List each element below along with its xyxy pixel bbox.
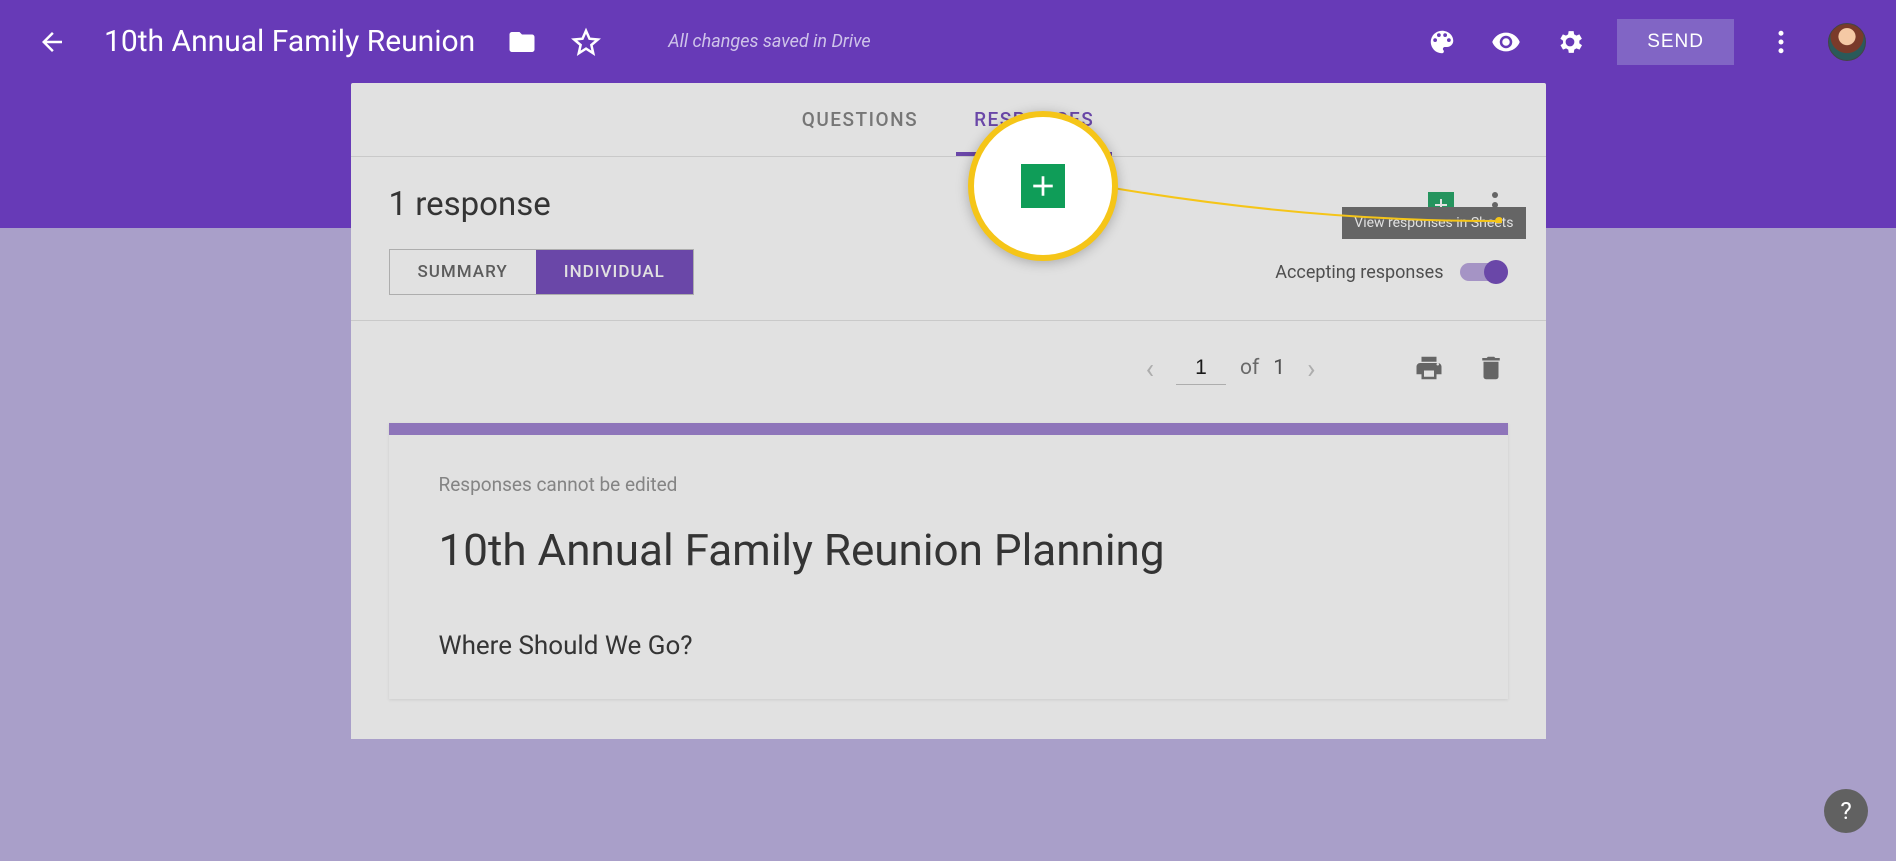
delete-icon[interactable] (1474, 351, 1508, 385)
annotation-pointer-line (1111, 186, 1502, 223)
segment-summary[interactable]: SUMMARY (390, 250, 536, 294)
responses-header-card: 1 response View responses in Sheets SUMM… (351, 157, 1546, 321)
back-arrow-icon[interactable] (35, 25, 69, 59)
pager-current-input[interactable] (1176, 352, 1226, 385)
response-form-title: 10th Annual Family Reunion Planning (439, 524, 1458, 576)
folder-icon[interactable] (505, 25, 539, 59)
header-left: 10th Annual Family Reunion All changes s… (35, 24, 871, 59)
user-avatar[interactable] (1828, 23, 1866, 61)
view-segmented-control: SUMMARY INDIVIDUAL (389, 249, 694, 295)
response-pager: ‹ of 1 › (1138, 352, 1324, 385)
annotation-highlight-circle (968, 111, 1118, 261)
save-status: All changes saved in Drive (668, 31, 870, 52)
palette-icon[interactable] (1425, 25, 1459, 59)
pager-next-icon[interactable]: › (1299, 352, 1323, 385)
response-count: 1 response (389, 185, 551, 224)
pager-prev-icon[interactable]: ‹ (1138, 352, 1162, 385)
preview-eye-icon[interactable] (1489, 25, 1523, 59)
tabs-row: QUESTIONS RESPONSES (351, 83, 1546, 157)
tab-questions[interactable]: QUESTIONS (774, 83, 946, 156)
more-menu-icon[interactable] (1764, 25, 1798, 59)
form-title[interactable]: 10th Annual Family Reunion (104, 24, 475, 59)
segment-individual[interactable]: INDIVIDUAL (536, 250, 693, 294)
send-button[interactable]: SEND (1617, 19, 1734, 65)
print-icon[interactable] (1412, 351, 1446, 385)
pager-of-label: of (1240, 356, 1259, 380)
accepting-responses-row: Accepting responses (1275, 262, 1507, 283)
star-icon[interactable] (569, 25, 603, 59)
accepting-responses-toggle[interactable] (1460, 263, 1508, 281)
response-body-card: ‹ of 1 › Responses cannot be edited 10th… (351, 321, 1546, 739)
header-right: SEND (1425, 19, 1866, 65)
noedit-notice: Responses cannot be edited (439, 473, 1458, 496)
sheets-icon (1021, 164, 1065, 208)
main-panel: QUESTIONS RESPONSES 1 response View resp… (351, 83, 1546, 739)
accepting-responses-label: Accepting responses (1275, 262, 1443, 283)
response-content: Responses cannot be edited 10th Annual F… (389, 423, 1508, 699)
question-title: Where Should We Go? (439, 631, 1458, 661)
pager-total: 1 (1273, 356, 1285, 380)
header-bar: 10th Annual Family Reunion All changes s… (0, 0, 1896, 83)
settings-gear-icon[interactable] (1553, 25, 1587, 59)
help-button[interactable]: ? (1824, 789, 1868, 833)
